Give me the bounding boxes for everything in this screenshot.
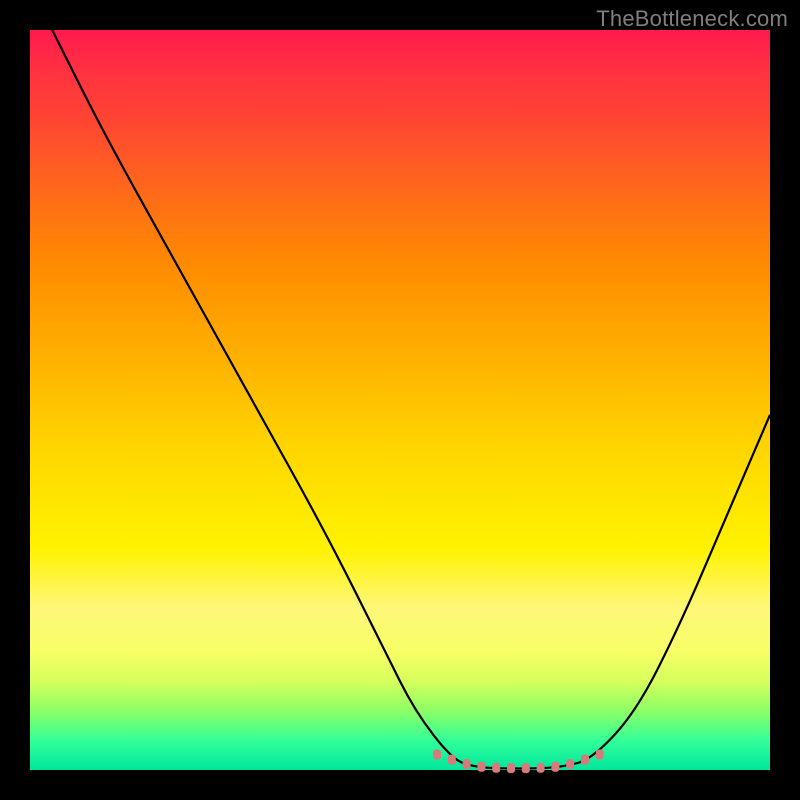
marker-dot bbox=[581, 755, 589, 765]
marker-dot bbox=[492, 763, 500, 773]
marker-dot bbox=[433, 750, 441, 760]
marker-dot bbox=[463, 759, 471, 769]
bottleneck-curve bbox=[52, 30, 770, 769]
marker-dot bbox=[537, 763, 545, 773]
marker-dot bbox=[551, 762, 559, 772]
marker-dot bbox=[566, 759, 574, 769]
watermark-text: TheBottleneck.com bbox=[596, 6, 788, 32]
marker-dot bbox=[477, 762, 485, 772]
marker-dot bbox=[596, 750, 604, 760]
chart-frame: TheBottleneck.com bbox=[0, 0, 800, 800]
curve-svg bbox=[30, 30, 770, 770]
plot-area bbox=[30, 30, 770, 770]
marker-dot bbox=[507, 763, 515, 773]
marker-dot bbox=[448, 755, 456, 765]
marker-dot bbox=[522, 763, 530, 773]
